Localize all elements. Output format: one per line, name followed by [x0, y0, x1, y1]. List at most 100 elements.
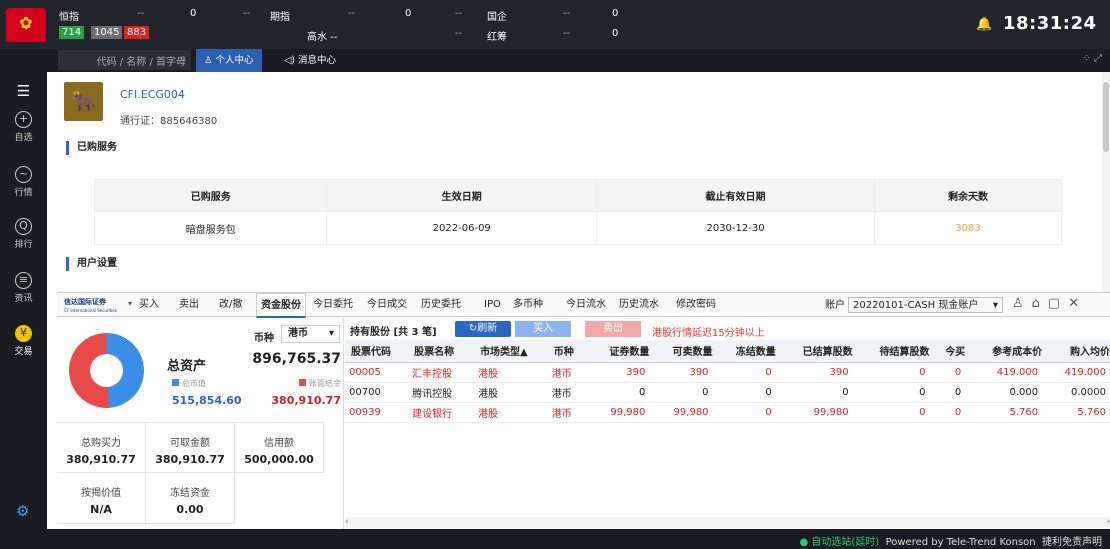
tab-today-orders[interactable]: 今日委托 — [309, 293, 357, 317]
search-input[interactable]: 代码 / 名称 / 首字母 ⌕ — [58, 50, 191, 70]
user-lock-window-close-icon[interactable]: ♙⌂▢✕ — [1012, 296, 1087, 311]
cell-label: 冻结资金 — [170, 488, 210, 499]
scroll-right-icon[interactable]: › — [1106, 517, 1110, 527]
margin-value-cell: 按揭价值 N/A — [57, 473, 146, 524]
scroll-left-icon[interactable]: ‹ — [345, 517, 349, 527]
tab-personal-center[interactable]: ♙ 个人中心 — [196, 49, 262, 72]
hk-flag-icon[interactable]: ✿ ▾ — [6, 8, 46, 42]
currency-select[interactable]: 港币 ▾ — [281, 325, 340, 343]
trade-panel: 信达国际证券 CF International Securities ▾ 买入 卖… — [57, 292, 1110, 530]
tab-today-flow[interactable]: 今日流水 — [562, 293, 610, 317]
scroll-thumb[interactable] — [1103, 82, 1109, 152]
cash-balance: 380,910.77 — [271, 394, 341, 407]
tab-history-flow[interactable]: 历史流水 — [615, 293, 663, 317]
auto-select-status[interactable]: ● 自动选站(延时) — [800, 537, 880, 548]
table-cell: 0 — [586, 382, 650, 403]
tab-history-orders[interactable]: 历史委托 — [417, 293, 465, 317]
refresh-button[interactable]: ↻刷新 — [455, 321, 511, 337]
hsi-flat-count: 1045 — [91, 26, 123, 39]
sidebar-item-news[interactable]: ≡ 资讯 — [0, 272, 47, 304]
section-title-bought: 已购服务 — [66, 141, 117, 155]
legend-swatch-blue — [172, 379, 179, 386]
disclaimer-link[interactable]: 捷利免责声明 — [1042, 537, 1102, 548]
asset-donut-chart — [69, 333, 144, 408]
table-cell: 419.000 — [1042, 362, 1110, 383]
tab-today-trades[interactable]: 今日成交 — [363, 293, 411, 317]
withdrawable-cell: 可取金额 380,910.77 — [146, 422, 235, 473]
search-placeholder: 代码 / 名称 / 首字母 — [96, 57, 186, 68]
sidebar-item-watchlist[interactable]: + 自选 — [0, 111, 47, 143]
table-row[interactable]: 00005 汇丰控股 港股 港币 390 390 0 390 0 0 419.000 419.000 — [345, 362, 1110, 383]
table-cell: 0 — [852, 362, 930, 383]
page-scrollbar[interactable] — [1102, 72, 1110, 292]
sidebar-label: 自选 — [14, 133, 33, 143]
table-cell: 0.000 — [965, 382, 1043, 403]
purchasing-power-cell: 总购买力 380,910.77 — [57, 422, 146, 473]
sell-button[interactable]: 卖出 — [585, 321, 641, 337]
tab-sell[interactable]: 卖出 — [175, 293, 203, 317]
table-row: 暗盘服务包 2022-06-09 2030-12-30 3083 — [93, 211, 1062, 245]
table-cell: 0 — [775, 382, 853, 403]
tab-funds-holdings[interactable]: 资金股份 — [256, 293, 306, 318]
account-select[interactable]: 20220101-CASH 现金账户 ▾ — [848, 297, 1003, 313]
tab-modify-cancel[interactable]: 改/撤 — [215, 293, 246, 317]
currency-label: 币种 — [254, 333, 274, 344]
news-icon: ≡ — [15, 272, 32, 289]
chevron-down-icon[interactable]: ▾ — [128, 299, 132, 308]
sidebar-label: 交易 — [14, 347, 33, 357]
tab-label: 个人中心 — [215, 55, 254, 66]
table-cell: 99,980 — [775, 402, 853, 423]
cell-label: 按揭价值 — [81, 488, 121, 499]
tab-buy[interactable]: 买入 — [135, 293, 163, 317]
futures-label: 期指 — [270, 12, 290, 23]
table-cell: 0 — [929, 362, 966, 383]
section-title-settings: 用户设置 — [66, 257, 117, 271]
table-row[interactable]: 00939 建设银行 港股 港币 99,980 99,980 0 99,980 0 0 5.760 5… — [345, 402, 1110, 423]
yen-icon: ¥ — [15, 325, 32, 342]
sidebar-item-quotes[interactable]: ~ 行情 — [0, 166, 47, 198]
tab-multi-currency[interactable]: 多币种 — [509, 293, 547, 317]
table-cell: 0 — [712, 362, 776, 383]
table-cell: 00005 — [345, 362, 409, 383]
settings-grid-icon[interactable]: ⁘ ⤢ — [1082, 53, 1102, 64]
refresh-icon: ↻ — [468, 323, 478, 334]
holdings-title: 持有股份 [共 3 笔] — [350, 327, 437, 338]
column-header[interactable]: 市场类型▲ — [474, 340, 548, 363]
gear-icon[interactable]: ⚙ — [16, 502, 29, 520]
futures-premium: 高水 -- — [307, 32, 338, 43]
nav-bar: 代码 / 名称 / 首字母 ⌕ ♙ 个人中心 ◁) 消息中心 ⁘ ⤢ — [0, 49, 1110, 72]
bell-icon[interactable]: 🔔 — [976, 17, 992, 32]
chevron-down-icon: ▾ — [328, 328, 334, 339]
passport-id: 通行证：885646380 — [120, 116, 218, 127]
tab-message-center[interactable]: ◁) 消息中心 — [276, 49, 344, 72]
service-name: 暗盘服务包 — [93, 211, 328, 245]
table-row[interactable]: 00700 腾讯控股 港股 港币 0 0 0 0 0 0 0.000 0.0000 — [345, 382, 1110, 403]
broker-sub: CF International Securities — [64, 308, 117, 313]
tab-change-password[interactable]: 修改密码 — [672, 293, 720, 317]
column-header: 股票名称 — [408, 340, 475, 363]
ticker-change: -- — [243, 8, 251, 19]
sidebar-label: 资讯 — [14, 294, 33, 304]
redchip-label: 红筹 — [487, 32, 507, 43]
table-cell: 99,980 — [649, 402, 713, 423]
tab-ipo[interactable]: IPO — [480, 293, 505, 317]
legend-swatch-red — [299, 379, 306, 386]
search-icon[interactable]: ⌕ — [180, 53, 186, 64]
buy-button[interactable]: 买入 — [515, 321, 571, 337]
menu-icon[interactable]: ☰ — [0, 82, 47, 100]
sidebar-item-trade[interactable]: ¥ 交易 — [0, 325, 47, 357]
sidebar-item-ranking[interactable]: Q 排行 — [0, 218, 47, 250]
hsi-change: -- — [137, 8, 145, 19]
table-cell: 99,980 — [586, 402, 650, 423]
days-left: 3083 — [874, 211, 1062, 245]
column-header: 币种 — [547, 340, 587, 363]
legend-label: 总市值 — [182, 379, 206, 388]
futures-value: 0 — [405, 8, 412, 19]
sidebar: ☰ + 自选 ~ 行情 Q 排行 ≡ 资讯 ¥ 交易 ⚙ — [0, 72, 47, 529]
column-header: 证券数量 — [586, 340, 650, 363]
sidebar-label: 行情 — [14, 188, 33, 198]
services-table: 已购服务 生效日期 截止有效日期 剩余天数 暗盘服务包 2022-06-09 2… — [93, 179, 1062, 245]
legend-label: 账面结余 — [309, 379, 341, 388]
horizontal-scrollbar[interactable]: ‹ › — [345, 517, 1110, 528]
frozen-funds-cell: 冻结资金 0.00 — [146, 473, 235, 524]
